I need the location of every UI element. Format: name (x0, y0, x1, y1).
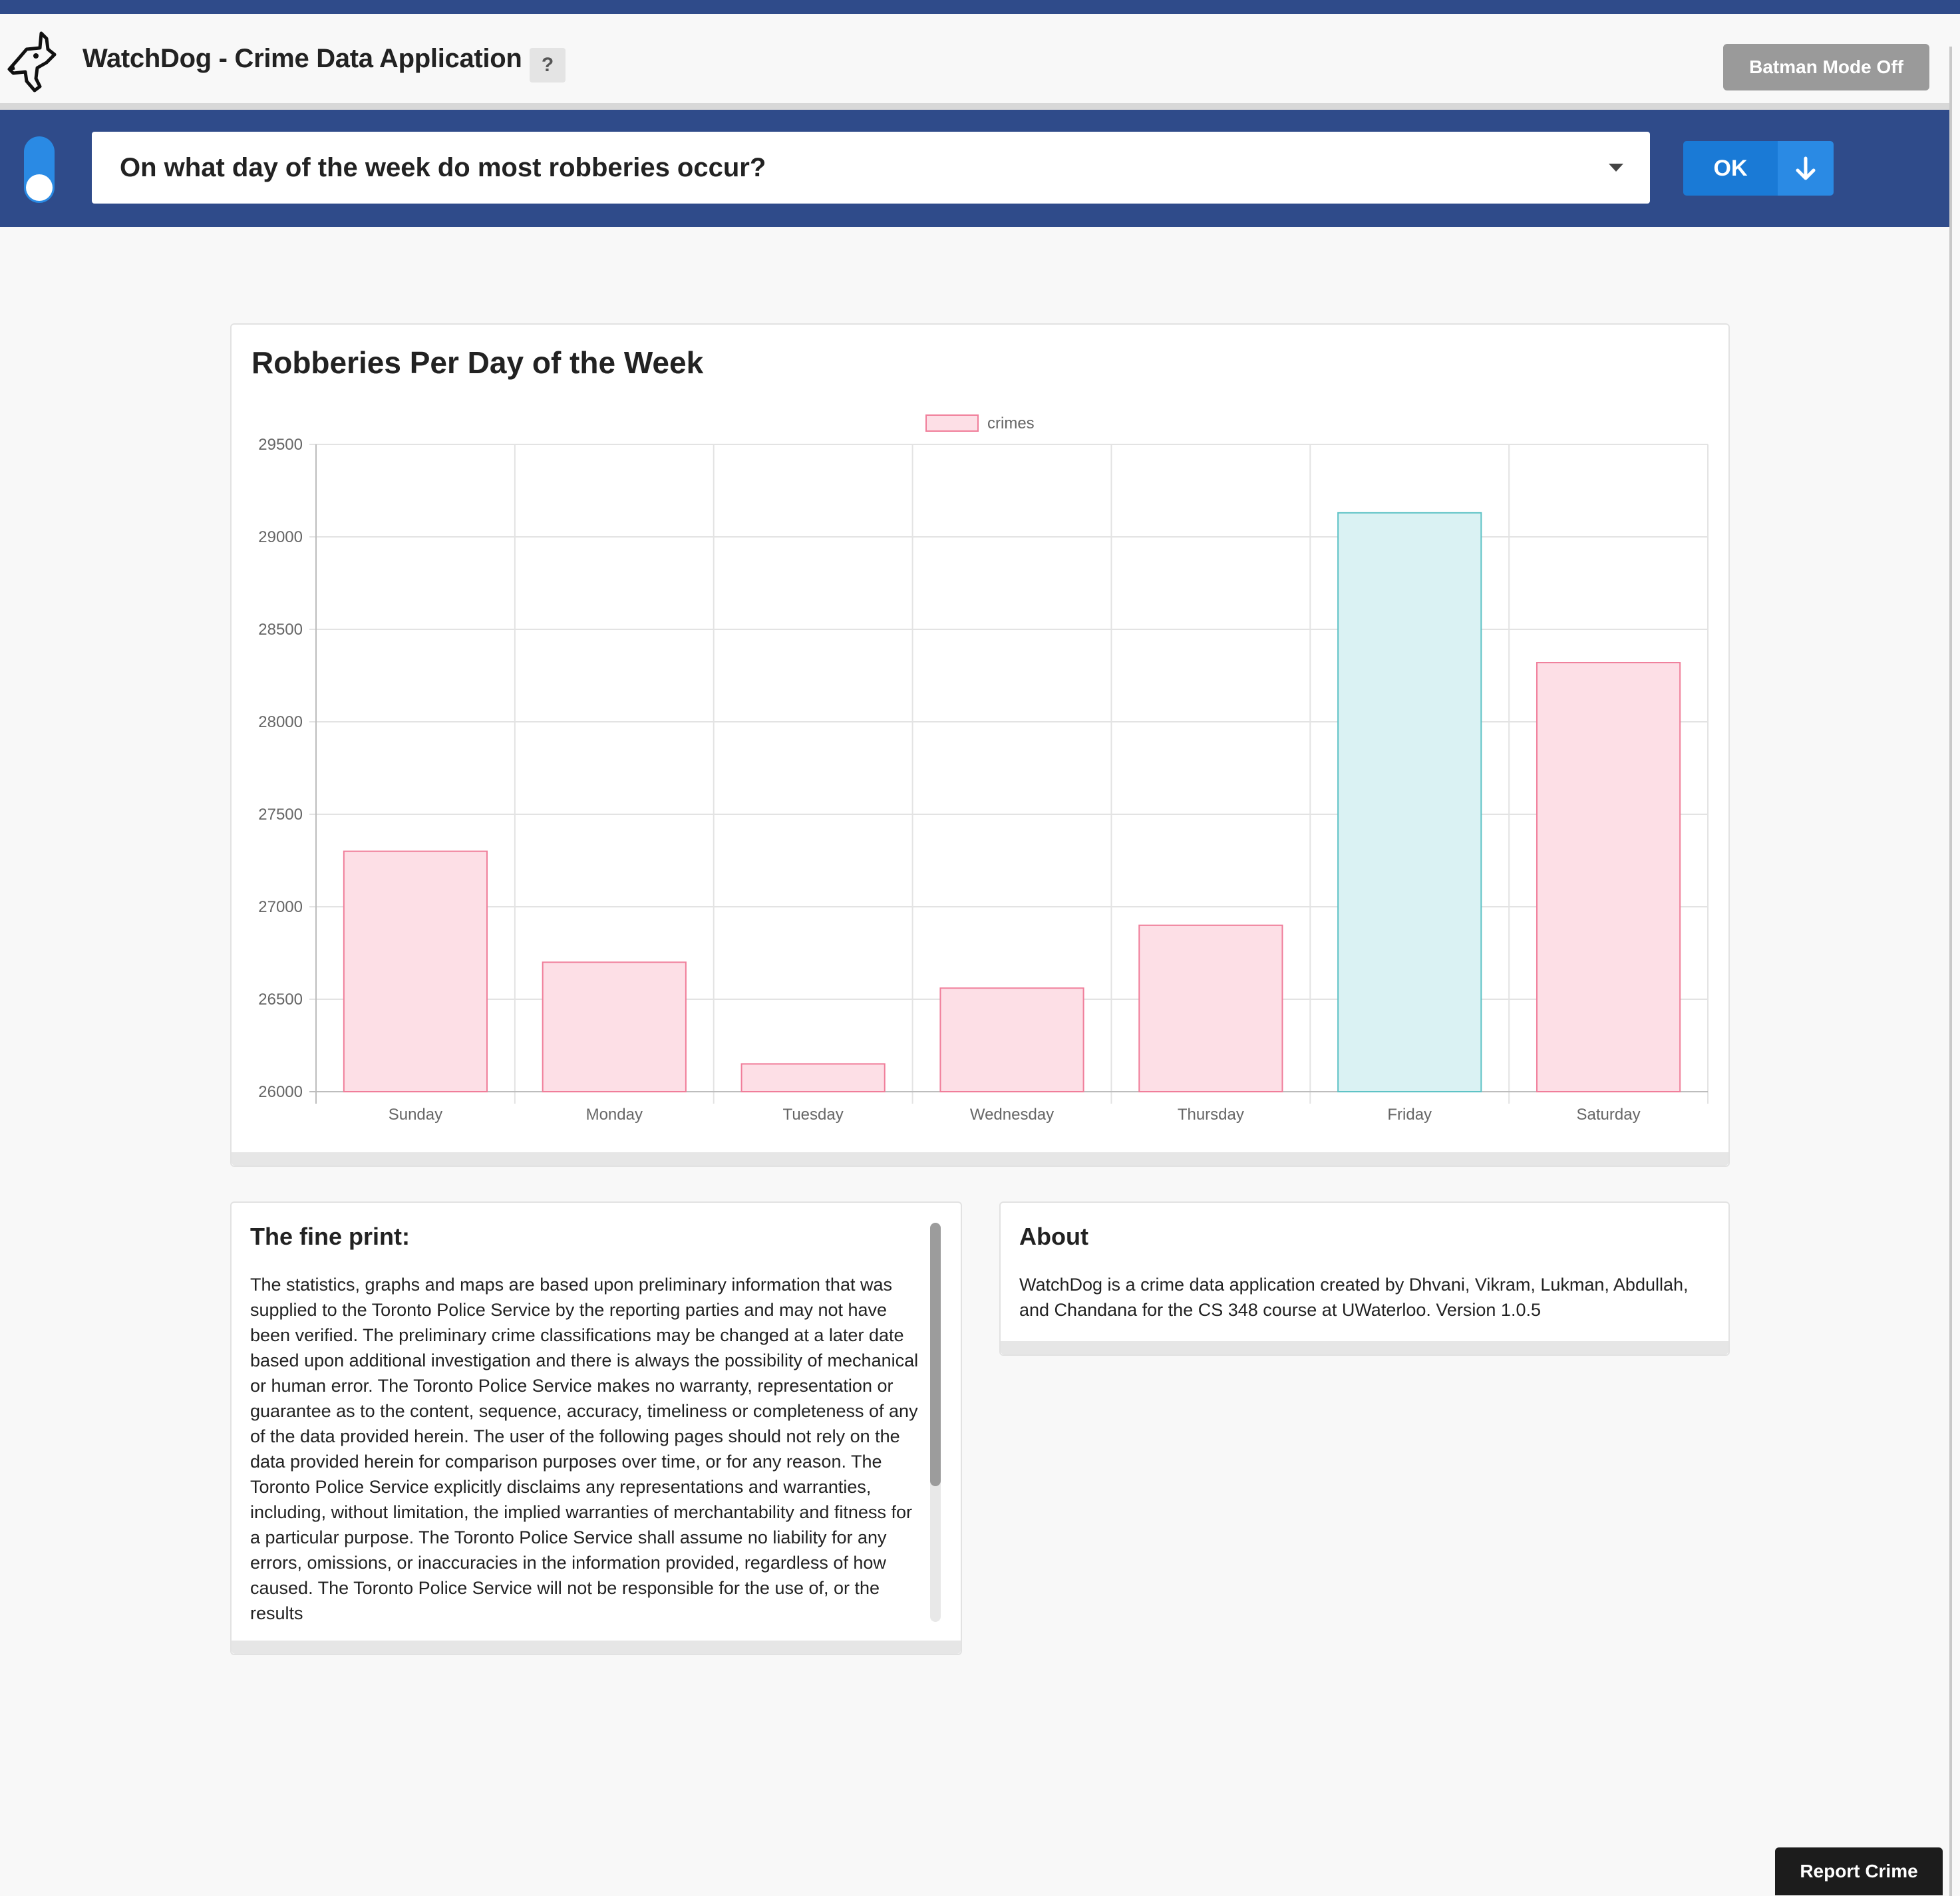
y-tick-label: 27000 (258, 898, 303, 916)
bar-tuesday (740, 1063, 886, 1093)
legend-swatch (925, 414, 979, 432)
bar-saturday (1536, 662, 1681, 1093)
about-text: WatchDog is a crime data application cre… (1019, 1275, 1689, 1320)
header-divider (0, 103, 1949, 110)
mode-toggle-switch[interactable] (24, 136, 55, 203)
toggle-knob (26, 174, 53, 201)
fine-print-heading: The fine print: (250, 1223, 410, 1250)
top-accent-stripe (0, 0, 1960, 14)
y-tick-label: 29500 (258, 436, 303, 454)
y-tick-label: 28500 (258, 621, 303, 639)
bar-friday (1337, 512, 1482, 1092)
page-scrollbar[interactable] (1949, 47, 1952, 1896)
legend-label: crimes (987, 414, 1035, 432)
y-tick-label: 28000 (258, 713, 303, 731)
robberies-bar-chart: 29500 29000 28500 28000 27500 27000 26500 26000… (258, 414, 1709, 1124)
bar-wednesday (939, 987, 1084, 1092)
about-heading: About (1019, 1223, 1088, 1250)
batman-mode-toggle-button[interactable]: Batman Mode Off (1723, 44, 1929, 90)
bar-thursday (1138, 924, 1283, 1092)
chevron-down-icon (1609, 164, 1623, 172)
chart-card: Robberies Per Day of the Week 29500 29000… (230, 323, 1730, 1167)
app-title: WatchDog - Crime Data Application (82, 44, 522, 73)
ok-button[interactable]: OK (1683, 141, 1778, 196)
x-tick-label: Thursday (1178, 1106, 1244, 1124)
fine-print-text: The statistics, graphs and maps are base… (250, 1275, 919, 1622)
question-select-value: On what day of the week do most robberie… (120, 153, 766, 182)
x-tick-label: Sunday (389, 1106, 442, 1124)
card-footer (232, 1152, 1728, 1166)
x-tick-label: Tuesday (783, 1106, 844, 1124)
x-tick-label: Wednesday (970, 1106, 1054, 1124)
x-tick-label: Saturday (1577, 1106, 1641, 1124)
scroll-down-button[interactable] (1778, 141, 1834, 196)
y-tick-label: 26500 (258, 991, 303, 1009)
card-footer (1001, 1341, 1728, 1354)
x-tick-label: Monday (586, 1106, 643, 1124)
bar-sunday (343, 850, 488, 1092)
dog-head-logo-icon (7, 31, 57, 92)
question-select[interactable]: On what day of the week do most robberie… (92, 132, 1650, 204)
scrollbar-thumb[interactable] (930, 1223, 941, 1486)
y-tick-label: 26000 (258, 1083, 303, 1101)
bar-monday (542, 961, 687, 1093)
x-tick-label: Friday (1387, 1106, 1432, 1124)
y-tick-label: 29000 (258, 528, 303, 546)
help-button[interactable]: ? (530, 48, 566, 82)
card-footer (232, 1641, 961, 1654)
about-card: About WatchDog is a crime data applicati… (999, 1201, 1730, 1356)
report-crime-button[interactable]: Report Crime (1775, 1847, 1943, 1895)
y-tick-label: 27500 (258, 806, 303, 824)
fine-print-card: The fine print: The statistics, graphs a… (230, 1201, 962, 1655)
fine-print-scrollbar[interactable] (930, 1223, 941, 1622)
arrow-down-icon (1796, 156, 1816, 180)
